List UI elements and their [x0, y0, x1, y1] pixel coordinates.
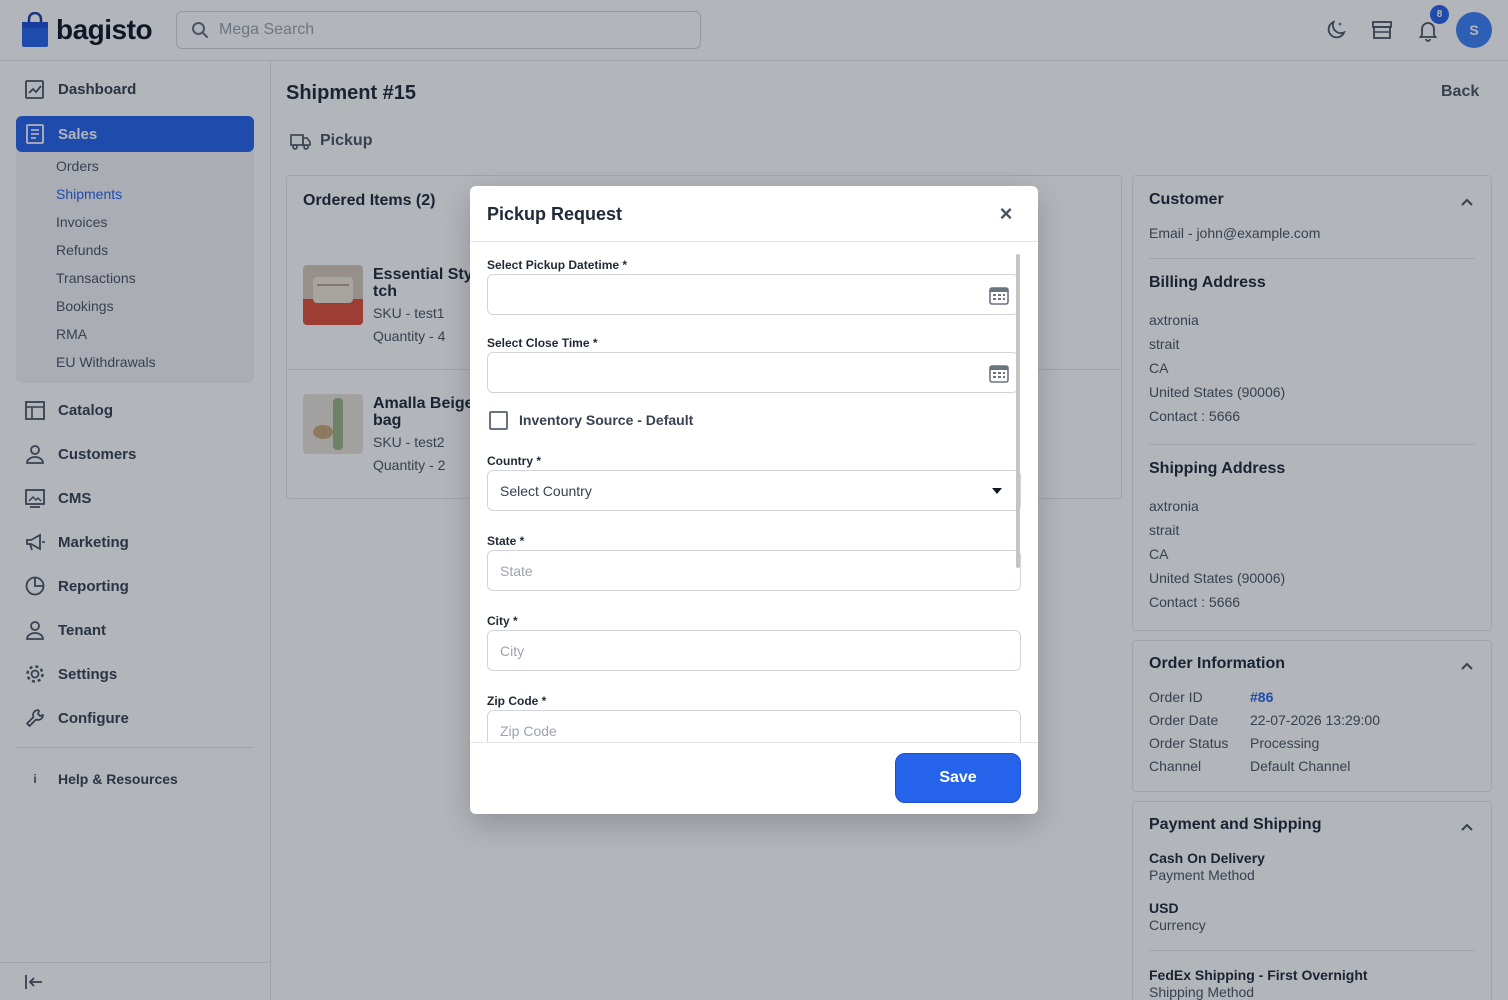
- caret-down-icon: [992, 488, 1002, 494]
- inventory-source-label[interactable]: Inventory Source - Default: [519, 412, 693, 428]
- modal-header: Pickup Request ×: [470, 186, 1038, 242]
- city-label: City *: [487, 614, 518, 628]
- modal-title: Pickup Request: [487, 204, 623, 224]
- zip-code-label: Zip Code *: [487, 694, 547, 708]
- close-time-label: Select Close Time *: [487, 336, 598, 350]
- calendar-icon[interactable]: [988, 284, 1010, 306]
- modal-scrollbar[interactable]: [1016, 254, 1020, 568]
- state-label: State *: [487, 534, 525, 548]
- country-selected-value: Select Country: [500, 482, 592, 499]
- pickup-datetime-label: Select Pickup Datetime *: [487, 258, 628, 272]
- pickup-datetime-input[interactable]: [487, 274, 1019, 315]
- modal-footer: Save: [470, 742, 1038, 814]
- save-button[interactable]: Save: [895, 753, 1021, 803]
- close-time-input[interactable]: [487, 352, 1019, 393]
- pickup-request-modal: Pickup Request × Select Pickup Datetime …: [470, 186, 1038, 814]
- close-icon[interactable]: ×: [997, 203, 1015, 225]
- country-label: Country *: [487, 454, 541, 468]
- city-input[interactable]: City: [487, 630, 1021, 671]
- inventory-source-checkbox[interactable]: [489, 411, 508, 430]
- state-input[interactable]: State: [487, 550, 1021, 591]
- zip-code-input[interactable]: Zip Code: [487, 710, 1021, 742]
- calendar-icon[interactable]: [988, 362, 1010, 384]
- city-placeholder: City: [500, 642, 525, 659]
- modal-body: Select Pickup Datetime * Select Close Ti…: [470, 243, 1038, 742]
- country-select[interactable]: Select Country: [487, 470, 1021, 511]
- zip-code-placeholder: Zip Code: [500, 723, 557, 739]
- state-placeholder: State: [500, 562, 533, 579]
